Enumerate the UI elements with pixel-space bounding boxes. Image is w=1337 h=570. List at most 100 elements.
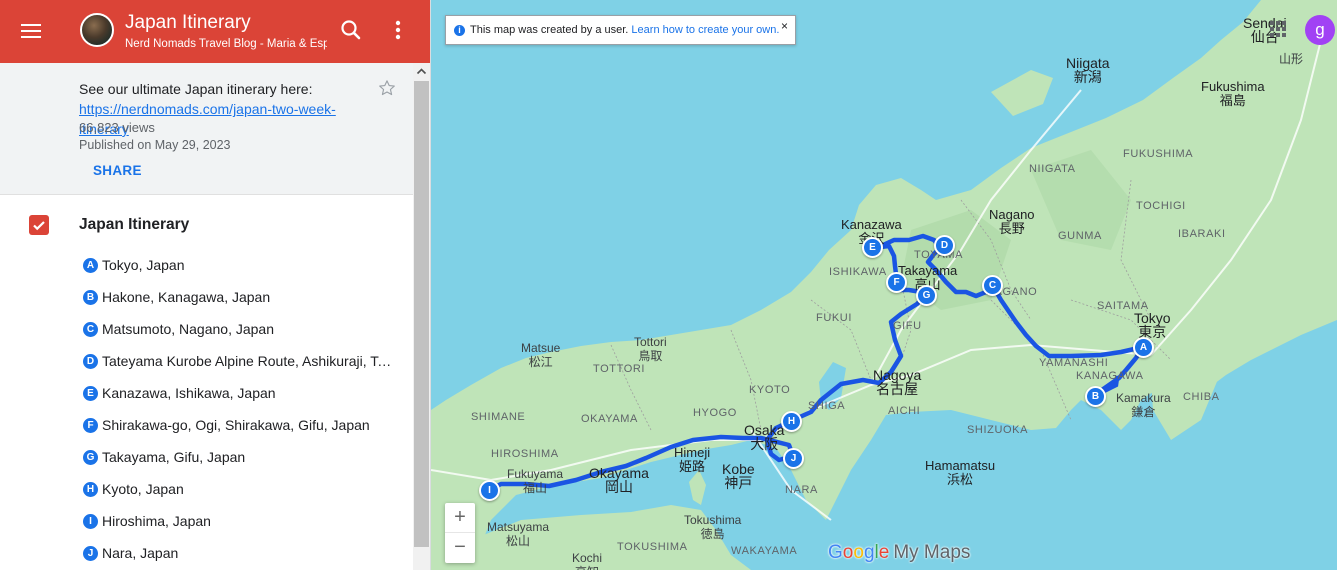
map-canvas[interactable]: Sendai 仙台 Niigata 新潟 山形 Fukushima 福島 FUKUSH…	[431, 0, 1337, 570]
map-marker-c[interactable]: C	[982, 275, 1003, 296]
place-name: Kyoto, Japan	[102, 481, 184, 497]
map-label-okayama: Okayama 岡山	[589, 465, 649, 495]
info-icon: i	[454, 25, 465, 36]
map-label-tottori-pref: TOTTORI	[593, 363, 646, 375]
map-label-himeji: Himeji 姫路	[674, 445, 711, 474]
sidebar: Japan Itinerary Nerd Nomads Travel Blog …	[0, 0, 431, 570]
map-label-wakayama-pref: WAKAYAMA	[731, 545, 798, 557]
map-label-shizuoka-pref: SHIZUOKA	[967, 424, 1029, 436]
map-label-yamagata: 山形	[1279, 52, 1304, 66]
map-label-kanagawa-pref: KANAGAWA	[1076, 370, 1144, 382]
learn-more-link[interactable]: Learn how to create your own.	[631, 24, 779, 36]
map-label-nagano: Nagano 長野	[989, 207, 1035, 236]
place-marker-icon: A	[83, 258, 98, 273]
place-name: Nara, Japan	[102, 545, 179, 561]
place-item-tokyo[interactable]: A Tokyo, Japan	[80, 254, 398, 278]
place-item-kyoto[interactable]: H Kyoto, Japan	[80, 478, 398, 502]
map-marker-e[interactable]: E	[862, 237, 883, 258]
place-name: Hakone, Kanagawa, Japan	[102, 289, 271, 305]
map-label-gunma-pref: GUNMA	[1058, 230, 1102, 242]
map-marker-i[interactable]: I	[479, 480, 500, 501]
place-item-takayama[interactable]: G Takayama, Gifu, Japan	[80, 446, 398, 470]
map-marker-d[interactable]: D	[934, 235, 955, 256]
place-name: Matsumoto, Nagano, Japan	[102, 321, 274, 337]
place-marker-icon: F	[83, 418, 98, 433]
view-count: 66,823 views	[79, 120, 155, 135]
apps-grid-icon[interactable]	[1269, 20, 1287, 38]
map-owner-avatar	[80, 13, 114, 47]
place-name: Kanazawa, Ishikawa, Japan	[102, 385, 276, 401]
layer-checkbox[interactable]	[29, 215, 49, 235]
place-name: Tokyo, Japan	[102, 257, 185, 273]
map-label-nara-pref: NARA	[785, 484, 818, 496]
place-item-tateyama[interactable]: D Tateyama Kurobe Alpine Route, Ashikuraj…	[80, 350, 398, 374]
place-marker-icon: B	[83, 290, 98, 305]
place-marker-icon: C	[83, 322, 98, 337]
map-label-tochigi-pref: TOCHIGI	[1136, 200, 1186, 212]
description-text: See our ultimate Japan itinerary here:	[79, 81, 313, 97]
map-label-fukui-pref: FUKUI	[816, 312, 852, 324]
zoom-in-button[interactable]: +	[445, 503, 475, 533]
place-name: Shirakawa-go, Ogi, Shirakawa, Gifu, Japa…	[102, 417, 370, 433]
google-my-maps-logo: Google My Maps	[828, 542, 970, 564]
map-label-kobe: Kobe 神戸	[722, 461, 755, 491]
map-label-okayama-pref: OKAYAMA	[581, 413, 638, 425]
map-label-hyogo-pref: HYOGO	[693, 407, 737, 419]
zoom-control: + −	[445, 503, 475, 563]
map-label-hamamatsu: Hamamatsu 浜松	[925, 458, 996, 487]
map-label-fukushima-pref: FUKUSHIMA	[1123, 148, 1194, 160]
sidebar-scrollbar[interactable]	[413, 63, 430, 570]
map-label-kochi: Kochi高知	[572, 551, 603, 570]
place-item-kanazawa[interactable]: E Kanazawa, Ishikawa, Japan	[80, 382, 398, 406]
map-marker-b[interactable]: B	[1085, 386, 1106, 407]
map-marker-f[interactable]: F	[886, 272, 907, 293]
map-label-matsue: Matsue 松江	[521, 341, 561, 369]
user-created-notice: i This map was created by a user. Learn …	[445, 15, 796, 45]
map-label-tokyo: Tokyo 東京	[1134, 310, 1171, 340]
place-marker-icon: D	[83, 354, 98, 369]
more-options-icon[interactable]	[384, 16, 412, 44]
map-label-fukuyama: Fukuyama 福山	[507, 467, 564, 495]
scrollbar-thumb[interactable]	[414, 81, 429, 547]
place-item-matsumoto[interactable]: C Matsumoto, Nagano, Japan	[80, 318, 398, 342]
user-avatar[interactable]: g	[1305, 15, 1335, 45]
map-label-osaka: Osaka 大阪	[744, 422, 785, 452]
close-icon[interactable]: ×	[781, 19, 788, 33]
google-wordmark: Google	[828, 542, 890, 563]
sidebar-header: Japan Itinerary Nerd Nomads Travel Blog …	[0, 0, 430, 63]
place-name: Takayama, Gifu, Japan	[102, 449, 246, 465]
share-button[interactable]: SHARE	[93, 163, 142, 178]
place-name: Tateyama Kurobe Alpine Route, Ashikuraji…	[102, 353, 394, 369]
map-label-tokushima-pref: TOKUSHIMA	[617, 541, 688, 553]
place-marker-icon: J	[83, 546, 98, 561]
map-marker-a[interactable]: A	[1133, 337, 1154, 358]
map-info-panel: See our ultimate Japan itinerary here: h…	[0, 63, 413, 195]
star-icon[interactable]	[378, 79, 396, 97]
search-icon[interactable]	[337, 16, 365, 44]
map-marker-g[interactable]: G	[916, 285, 937, 306]
place-item-hiroshima[interactable]: I Hiroshima, Japan	[80, 510, 398, 534]
place-item-shirakawa-go[interactable]: F Shirakawa-go, Ogi, Shirakawa, Gifu, Jap…	[80, 414, 398, 438]
menu-icon[interactable]	[18, 18, 44, 44]
map-label-ibaraki-pref: IBARAKI	[1178, 228, 1226, 240]
zoom-out-button[interactable]: −	[445, 533, 475, 562]
map-marker-j[interactable]: J	[783, 448, 804, 469]
place-marker-icon: E	[83, 386, 98, 401]
place-item-hakone[interactable]: B Hakone, Kanagawa, Japan	[80, 286, 398, 310]
scroll-up-arrow-icon[interactable]	[413, 63, 430, 79]
map-label-niigata: Niigata 新潟	[1066, 55, 1110, 85]
map-label-kamakura: Kamakura 鎌倉	[1116, 391, 1171, 419]
map-label-nagoya: Nagoya 名古屋	[873, 367, 922, 397]
map-marker-h[interactable]: H	[781, 411, 802, 432]
place-marker-icon: H	[83, 482, 98, 497]
map-title: Japan Itinerary	[125, 12, 251, 33]
map-label-tottori: Tottori 鳥取	[634, 335, 667, 363]
map-label-gifu-pref: GIFU	[893, 320, 922, 332]
place-marker-icon: G	[83, 450, 98, 465]
map-label-ishikawa-pref: ISHIKAWA	[829, 266, 887, 278]
place-marker-icon: I	[83, 514, 98, 529]
map-label-shiga-pref: SHIGA	[808, 400, 846, 412]
map-label-matsuyama: Matsuyama 松山	[487, 520, 550, 548]
place-item-nara[interactable]: J Nara, Japan	[80, 542, 398, 566]
map-label-fukushima: Fukushima 福島	[1201, 79, 1265, 108]
